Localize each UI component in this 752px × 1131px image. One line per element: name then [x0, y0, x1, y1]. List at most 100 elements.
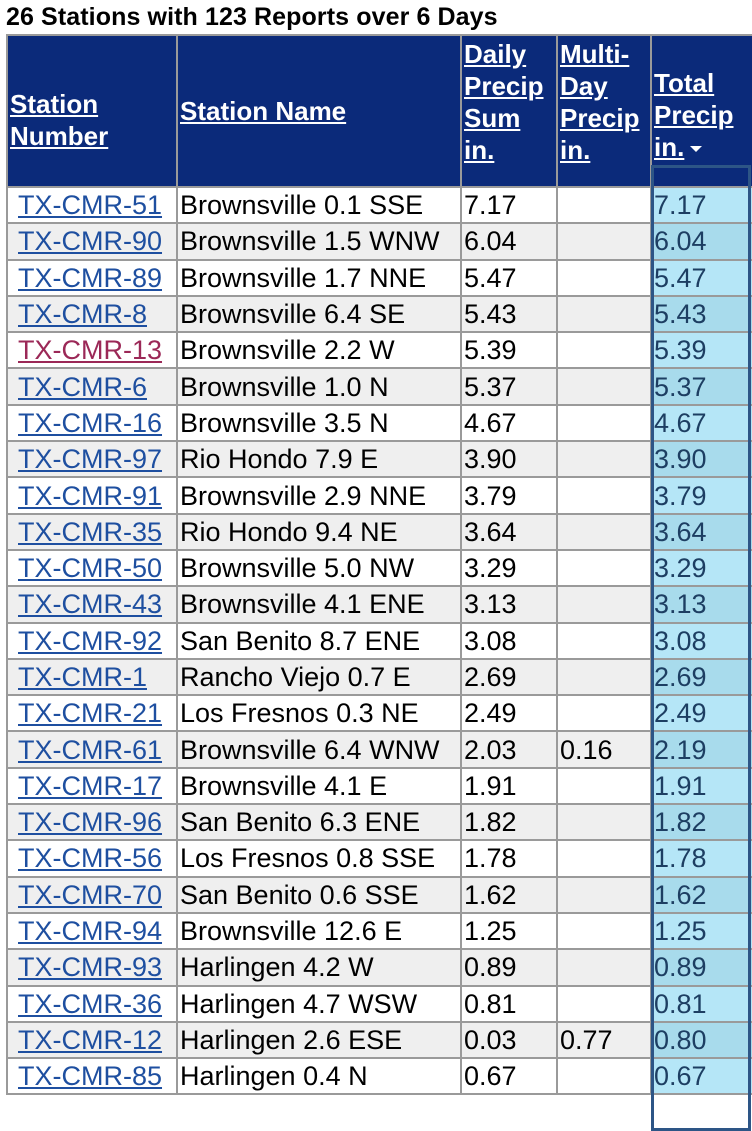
- daily-precip-cell: 6.04: [460, 222, 558, 261]
- station-number-link[interactable]: TX-CMR-12: [18, 1025, 162, 1055]
- station-number-link[interactable]: TX-CMR-16: [18, 408, 162, 438]
- station-number-link[interactable]: TX-CMR-96: [18, 807, 162, 837]
- total-precip-cell: 1.78: [650, 839, 752, 878]
- daily-precip-cell: 3.79: [460, 476, 558, 515]
- station-number-link[interactable]: TX-CMR-35: [18, 517, 162, 547]
- multi-day-precip-cell: [556, 984, 652, 1023]
- station-number-link[interactable]: TX-CMR-43: [18, 589, 162, 619]
- station-number-cell: TX-CMR-35: [6, 512, 178, 551]
- station-name-cell: Harlingen 2.6 ESE: [176, 1020, 462, 1060]
- multi-day-precip-cell: [556, 367, 652, 406]
- multi-day-precip-cell: [556, 694, 652, 733]
- station-number-link[interactable]: TX-CMR-56: [18, 843, 162, 873]
- header-station-number: Station Number: [6, 34, 178, 188]
- multi-day-precip-cell: [556, 803, 652, 842]
- daily-precip-cell: 4.67: [460, 403, 558, 443]
- total-precip-cell: 1.91: [650, 766, 752, 806]
- station-number-link[interactable]: TX-CMR-21: [18, 698, 162, 728]
- multi-day-precip-cell: [556, 185, 652, 225]
- table-row: TX-CMR-36 Harlingen 4.7 WSW 0.81 0.81: [6, 984, 752, 1023]
- total-precip-cell: 2.19: [650, 730, 752, 769]
- station-name-cell: Rancho Viejo 0.7 E: [176, 657, 462, 697]
- multi-day-precip-cell: [556, 258, 652, 297]
- station-number-link[interactable]: TX-CMR-94: [18, 916, 162, 946]
- table-row: TX-CMR-91 Brownsville 2.9 NNE 3.79 3.79: [6, 476, 752, 515]
- station-number-link[interactable]: TX-CMR-92: [18, 626, 162, 656]
- multi-day-precip-cell: [556, 222, 652, 261]
- daily-precip-cell: 0.03: [460, 1020, 558, 1060]
- station-name-cell: Brownsville 6.4 WNW: [176, 730, 462, 769]
- multi-day-precip-cell: [556, 621, 652, 660]
- station-number-link[interactable]: TX-CMR-50: [18, 553, 162, 583]
- daily-precip-cell: 5.39: [460, 331, 558, 370]
- station-name-cell: Rio Hondo 7.9 E: [176, 440, 462, 479]
- station-number-cell: TX-CMR-85: [6, 1057, 178, 1096]
- daily-precip-cell: 1.25: [460, 911, 558, 951]
- station-number-link[interactable]: TX-CMR-97: [18, 444, 162, 474]
- station-number-link[interactable]: TX-CMR-6: [18, 372, 147, 402]
- station-number-link[interactable]: TX-CMR-85: [18, 1061, 162, 1091]
- station-name-cell: Rio Hondo 9.4 NE: [176, 512, 462, 551]
- station-name-cell: Brownsville 1.0 N: [176, 367, 462, 406]
- total-precip-cell: 5.39: [650, 331, 752, 370]
- station-number-link[interactable]: TX-CMR-89: [18, 263, 162, 293]
- station-number-link[interactable]: TX-CMR-17: [18, 771, 162, 801]
- sort-daily-precip-link[interactable]: Daily Precip Sum in.: [464, 38, 554, 166]
- station-number-link[interactable]: TX-CMR-51: [18, 190, 162, 220]
- station-number-link[interactable]: TX-CMR-13: [18, 335, 162, 365]
- sort-total-precip-link[interactable]: Total Precip in.: [654, 67, 750, 163]
- daily-precip-cell: 3.08: [460, 621, 558, 660]
- station-name-cell: Harlingen 0.4 N: [176, 1057, 462, 1096]
- total-precip-cell: 3.29: [650, 548, 752, 588]
- daily-precip-cell: 3.90: [460, 440, 558, 479]
- station-number-link[interactable]: TX-CMR-70: [18, 880, 162, 910]
- multi-day-precip-cell: [556, 839, 652, 878]
- station-name-cell: Harlingen 4.2 W: [176, 948, 462, 987]
- multi-day-precip-cell: [556, 403, 652, 443]
- station-number-link[interactable]: TX-CMR-8: [18, 299, 147, 329]
- station-number-link[interactable]: TX-CMR-93: [18, 952, 162, 982]
- station-number-link[interactable]: TX-CMR-61: [18, 735, 162, 765]
- daily-precip-cell: 5.37: [460, 367, 558, 406]
- daily-precip-cell: 3.29: [460, 548, 558, 588]
- total-precip-cell: 5.47: [650, 258, 752, 297]
- station-number-link[interactable]: TX-CMR-36: [18, 989, 162, 1019]
- table-row: TX-CMR-93 Harlingen 4.2 W 0.89 0.89: [6, 948, 752, 987]
- multi-day-precip-cell: [556, 657, 652, 697]
- daily-precip-cell: 0.81: [460, 984, 558, 1023]
- multi-day-precip-cell: [556, 911, 652, 951]
- station-number-cell: TX-CMR-96: [6, 803, 178, 842]
- station-number-link[interactable]: TX-CMR-1: [18, 662, 147, 692]
- station-name-cell: Brownsville 12.6 E: [176, 911, 462, 951]
- table-row: TX-CMR-35 Rio Hondo 9.4 NE 3.64 3.64: [6, 512, 752, 551]
- total-precip-cell: 0.67: [650, 1057, 752, 1096]
- table-row: TX-CMR-1 Rancho Viejo 0.7 E 2.69 2.69: [6, 657, 752, 697]
- station-name-cell: Brownsville 1.7 NNE: [176, 258, 462, 297]
- sort-multi-day-precip-link[interactable]: Multi-Day Precip in.: [560, 38, 649, 166]
- total-precip-cell: 3.64: [650, 512, 752, 551]
- station-number-cell: TX-CMR-13: [6, 331, 178, 370]
- station-number-link[interactable]: TX-CMR-90: [18, 226, 162, 256]
- sort-station-name-link[interactable]: Station Name: [180, 95, 346, 127]
- sort-station-number-link[interactable]: Station Number: [10, 88, 130, 152]
- multi-day-precip-cell: 0.77: [556, 1020, 652, 1060]
- station-name-cell: Harlingen 4.7 WSW: [176, 984, 462, 1023]
- header-station-name: Station Name: [176, 34, 462, 188]
- daily-precip-cell: 0.67: [460, 1057, 558, 1096]
- daily-precip-cell: 3.13: [460, 585, 558, 624]
- table-row: TX-CMR-85 Harlingen 0.4 N 0.67 0.67: [6, 1057, 752, 1096]
- station-number-link[interactable]: TX-CMR-91: [18, 481, 162, 511]
- multi-day-precip-cell: [556, 948, 652, 987]
- table-row: TX-CMR-6 Brownsville 1.0 N 5.37 5.37: [6, 367, 752, 406]
- station-name-cell: Brownsville 1.5 WNW: [176, 222, 462, 261]
- total-precip-cell: 7.17: [650, 185, 752, 225]
- station-number-cell: TX-CMR-17: [6, 766, 178, 806]
- total-precip-cell: 3.79: [650, 476, 752, 515]
- daily-precip-cell: 5.47: [460, 258, 558, 297]
- station-number-cell: TX-CMR-43: [6, 585, 178, 624]
- multi-day-precip-cell: [556, 331, 652, 370]
- station-name-cell: Brownsville 5.0 NW: [176, 548, 462, 588]
- multi-day-precip-cell: [556, 585, 652, 624]
- daily-precip-cell: 0.89: [460, 948, 558, 987]
- total-precip-cell: 0.80: [650, 1020, 752, 1060]
